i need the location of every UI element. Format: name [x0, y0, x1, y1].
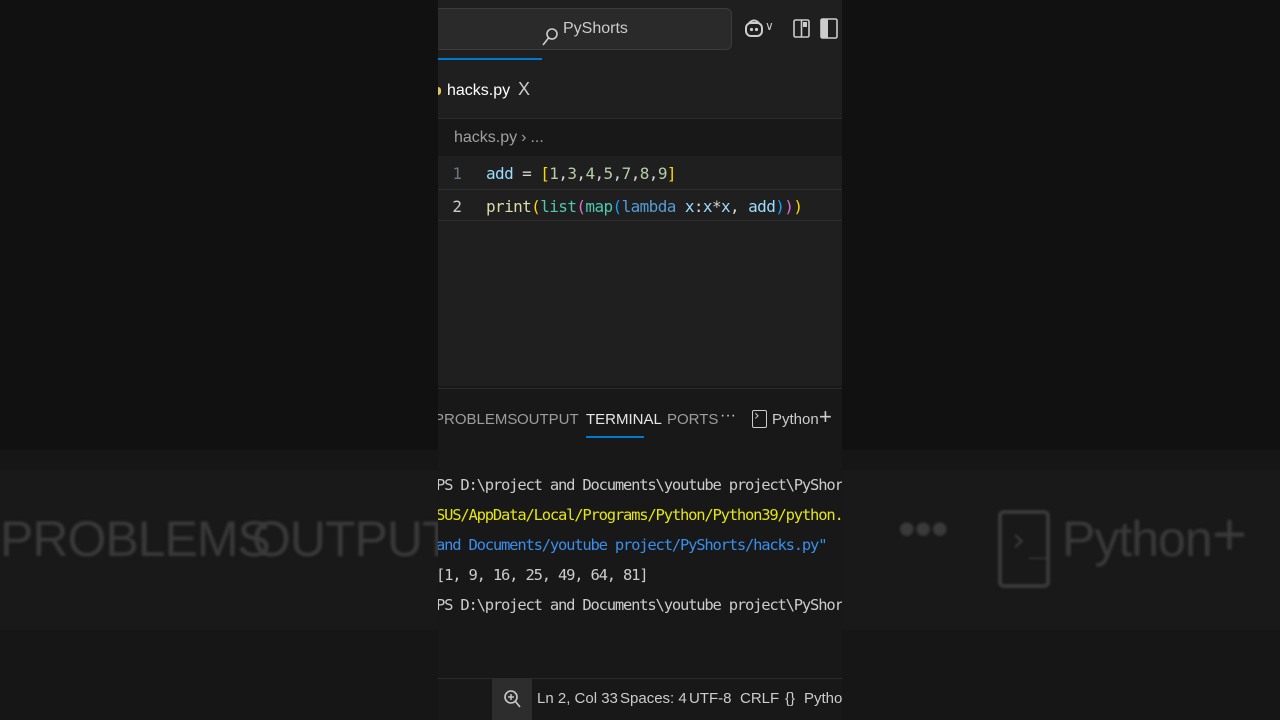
add-terminal-icon[interactable]: +: [819, 404, 832, 430]
active-tab-indicator: [586, 436, 644, 438]
encoding[interactable]: UTF-8: [689, 690, 732, 707]
more-actions-icon[interactable]: ···: [720, 407, 736, 425]
background-output-text: OUTPUT: [252, 511, 453, 567]
terminal-output[interactable]: PS D:\project and Documents\youtube proj…: [438, 450, 842, 678]
tab-label: hacks.py: [447, 82, 511, 99]
terminal-line-2: SUS/AppData/Local/Programs/Python/Python…: [438, 506, 842, 524]
close-icon[interactable]: X: [518, 79, 530, 100]
tab-problems[interactable]: PROBLEMS: [438, 411, 517, 428]
tab-ports[interactable]: PORTS: [667, 411, 718, 428]
breadcrumb-separator-icon: ›: [521, 129, 527, 146]
code-line-2[interactable]: 2 print(list(map(lambda x:x*x, add))): [438, 189, 842, 221]
line-number: 2: [452, 197, 462, 216]
background-python-text: Python: [1062, 511, 1213, 567]
panel-header: PROBLEMS OUTPUT TERMINAL PORTS ··· Pytho…: [438, 388, 842, 451]
title-bar: PyShorts ∨: [438, 0, 842, 58]
breadcrumb-symbols[interactable]: ...: [530, 129, 543, 146]
tab-hacks-py[interactable]: hacks.py X: [438, 58, 542, 118]
terminal-line-1: PS D:\project and Documents\youtube proj…: [438, 476, 842, 494]
tab-terminal[interactable]: TERMINAL: [586, 411, 662, 428]
status-bar: Ln 2, Col 33 Spaces: 4 UTF-8 CRLF {} Pyt…: [438, 678, 842, 720]
code-line-1[interactable]: 1 add = [1,3,4,5,7,8,9]: [438, 157, 842, 189]
python-file-icon: [438, 87, 441, 95]
code-text: add = [1,3,4,5,7,8,9]: [486, 164, 677, 183]
terminal-icon: [752, 408, 767, 428]
terminal-line-4: [1, 9, 16, 25, 49, 64, 81]: [438, 566, 649, 584]
background-ellipsis-text: •••: [898, 501, 949, 557]
cursor-position[interactable]: Ln 2, Col 33: [537, 690, 618, 707]
code-editor[interactable]: 1 add = [1,3,4,5,7,8,9] 2 print(list(map…: [438, 156, 842, 386]
language-mode[interactable]: Python: [804, 690, 842, 707]
search-label: PyShorts: [563, 20, 628, 37]
search-icon: [542, 28, 558, 46]
command-center-search[interactable]: PyShorts: [438, 8, 732, 50]
zoom-icon: [504, 690, 521, 708]
zoom-button[interactable]: [492, 679, 532, 720]
indentation[interactable]: Spaces: 4: [620, 690, 687, 707]
breadcrumb-file[interactable]: hacks.py: [454, 129, 517, 146]
layout-panels-icon[interactable]: [793, 19, 810, 38]
tab-output[interactable]: OUTPUT: [517, 411, 579, 428]
braces-icon: {}: [785, 690, 796, 707]
toggle-sidebar-icon[interactable]: [820, 18, 838, 39]
breadcrumb: hacks.py ›...: [454, 129, 544, 147]
terminal-shell-label[interactable]: Python: [772, 411, 819, 428]
background-plus-text: +: [1212, 501, 1247, 568]
editor-tab-bar: hacks.py X: [438, 58, 842, 119]
vscode-window: PyShorts ∨ hacks.py X hacks.py ›... 1 ad…: [438, 0, 842, 720]
line-endings[interactable]: CRLF: [740, 690, 779, 707]
chevron-down-icon[interactable]: ∨: [765, 19, 774, 33]
background-terminal-icon: [998, 510, 1050, 588]
code-text: print(list(map(lambda x:x*x, add))): [486, 197, 803, 216]
terminal-line-5: PS D:\project and Documents\youtube proj…: [438, 596, 842, 614]
copilot-icon[interactable]: [744, 18, 764, 40]
terminal-line-3: and Documents/youtube project/PyShorts/h…: [438, 536, 828, 554]
background-problems-text: PROBLEMS: [0, 511, 271, 567]
line-number: 1: [452, 164, 462, 183]
